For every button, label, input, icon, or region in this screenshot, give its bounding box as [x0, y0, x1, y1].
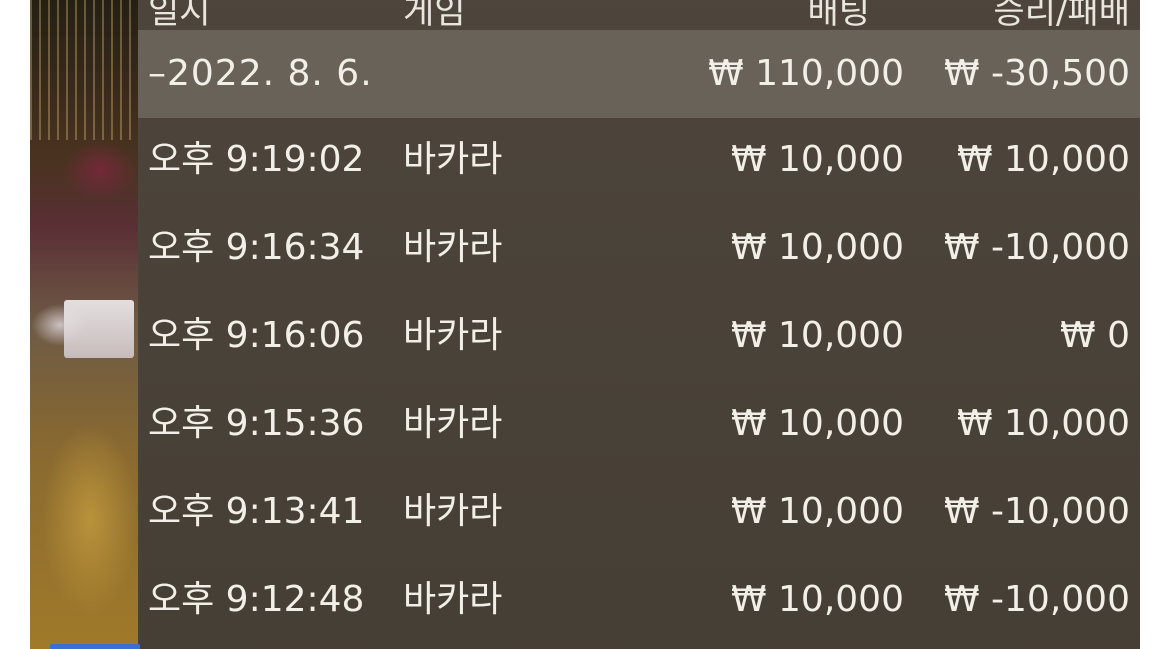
history-row[interactable]: 오후 9:13:41 바카라 ₩ 10,000 ₩ -10,000	[138, 470, 1140, 558]
header-time: 일시	[148, 0, 211, 32]
live-casino-video-background	[30, 0, 140, 649]
row-game: 바카라	[403, 491, 503, 532]
row-game: 바카라	[403, 139, 503, 180]
row-time: 오후 9:16:34	[148, 227, 365, 268]
summary-bet-total: ₩ 110,000	[708, 53, 904, 94]
row-result: ₩ -10,000	[944, 491, 1130, 532]
row-bet: ₩ 10,000	[730, 139, 904, 180]
history-header: 일시 게임 배팅 승리/패배	[138, 0, 1140, 32]
header-bet: 배팅	[807, 0, 870, 32]
betting-history-panel[interactable]: 일시 게임 배팅 승리/패배 –2022. 8. 6. ₩ 110,000 ₩ …	[138, 0, 1140, 649]
history-row[interactable]: 오후 9:15:36 바카라 ₩ 10,000 ₩ 10,000	[138, 382, 1140, 470]
row-time: 오후 9:19:02	[148, 139, 365, 180]
row-result: ₩ 10,000	[956, 139, 1130, 180]
row-result: ₩ 0	[1060, 315, 1130, 356]
row-result: ₩ -10,000	[944, 227, 1130, 268]
history-row[interactable]: 오후 9:12:48 바카라 ₩ 10,000 ₩ -10,000	[138, 558, 1140, 646]
row-time: 오후 9:13:41	[148, 491, 365, 532]
row-game: 바카라	[403, 227, 503, 268]
date-summary-row[interactable]: –2022. 8. 6. ₩ 110,000 ₩ -30,500	[138, 30, 1140, 118]
row-bet: ₩ 10,000	[730, 227, 904, 268]
row-game: 바카라	[403, 403, 503, 444]
summary-result-total: ₩ -30,500	[944, 53, 1130, 94]
row-game: 바카라	[403, 579, 503, 620]
bottom-indicator-bar	[50, 644, 140, 649]
row-result: ₩ 10,000	[956, 403, 1130, 444]
row-bet: ₩ 10,000	[730, 403, 904, 444]
row-bet: ₩ 10,000	[730, 315, 904, 356]
history-row[interactable]: 오후 9:16:06 바카라 ₩ 10,000 ₩ 0	[138, 294, 1140, 382]
history-row[interactable]: 오후 9:16:34 바카라 ₩ 10,000 ₩ -10,000	[138, 206, 1140, 294]
summary-date: –2022. 8. 6.	[148, 53, 373, 94]
row-time: 오후 9:12:48	[148, 579, 365, 620]
header-result: 승리/패배	[993, 0, 1130, 32]
row-result: ₩ -10,000	[944, 579, 1130, 620]
card-shoe-image	[64, 300, 134, 358]
row-game: 바카라	[403, 315, 503, 356]
row-time: 오후 9:15:36	[148, 403, 365, 444]
header-game: 게임	[403, 0, 466, 32]
background-lights	[30, 0, 140, 140]
row-time: 오후 9:16:06	[148, 315, 365, 356]
row-bet: ₩ 10,000	[730, 579, 904, 620]
app-frame: 일시 게임 배팅 승리/패배 –2022. 8. 6. ₩ 110,000 ₩ …	[30, 0, 1140, 649]
row-bet: ₩ 10,000	[730, 491, 904, 532]
history-row[interactable]: 오후 9:19:02 바카라 ₩ 10,000 ₩ 10,000	[138, 118, 1140, 206]
